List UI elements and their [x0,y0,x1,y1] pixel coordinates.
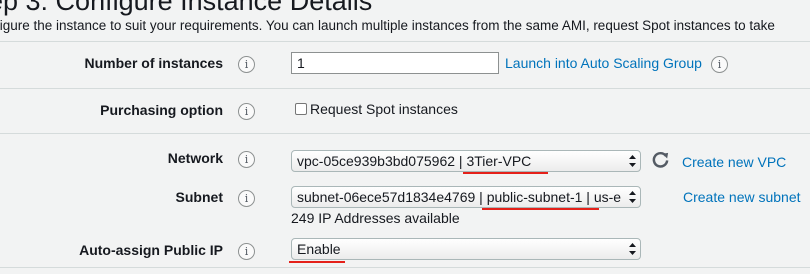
divider [0,88,810,89]
info-icon[interactable]: i [711,56,728,73]
number-of-instances-label: Number of instances [84,55,223,71]
auto-assign-public-ip-label: Auto-assign Public IP [79,242,223,258]
highlight-underline [482,208,599,210]
auto-assign-public-ip-value: Enable [297,241,341,257]
purchasing-option-label: Purchasing option [100,102,223,118]
create-new-subnet-link[interactable]: Create new subnet [683,189,801,205]
highlight-underline [463,172,548,174]
divider [0,41,810,42]
auto-assign-public-ip-select[interactable]: Enable [291,238,641,260]
subnet-select-value: subnet-06ece57d1834e4769 | public-subnet… [297,189,622,205]
info-icon[interactable]: i [238,56,255,73]
info-icon[interactable]: i [238,151,255,168]
create-new-vpc-link[interactable]: Create new VPC [682,154,786,170]
divider [0,133,810,134]
highlight-underline [289,261,345,263]
network-label: Network [167,150,223,166]
request-spot-checkbox[interactable] [295,103,307,115]
subnet-label: Subnet [175,189,223,205]
info-icon[interactable]: i [238,103,255,120]
select-arrows-icon [629,191,636,203]
subnet-select[interactable]: subnet-06ece57d1834e4769 | public-subnet… [291,186,641,208]
configure-instance-page: ep 3: Configure Instance Details figure … [0,0,810,274]
info-icon[interactable]: i [238,243,255,260]
network-select[interactable]: vpc-05ce939b3bd075962 | 3Tier-VPC [291,150,641,172]
page-description: figure the instance to suit your require… [0,18,775,33]
divider [0,267,810,268]
request-spot-label[interactable]: Request Spot instances [310,101,458,117]
select-arrows-icon [629,155,636,167]
number-of-instances-input[interactable] [291,52,499,74]
refresh-icon[interactable] [651,150,670,169]
ip-addresses-available: 249 IP Addresses available [291,210,460,226]
info-icon[interactable]: i [238,190,255,207]
launch-into-asg-link[interactable]: Launch into Auto Scaling Group [505,55,702,71]
page-title: ep 3: Configure Instance Details [0,0,373,16]
network-select-value: vpc-05ce939b3bd075962 | 3Tier-VPC [297,153,532,169]
select-arrows-icon [629,243,636,255]
